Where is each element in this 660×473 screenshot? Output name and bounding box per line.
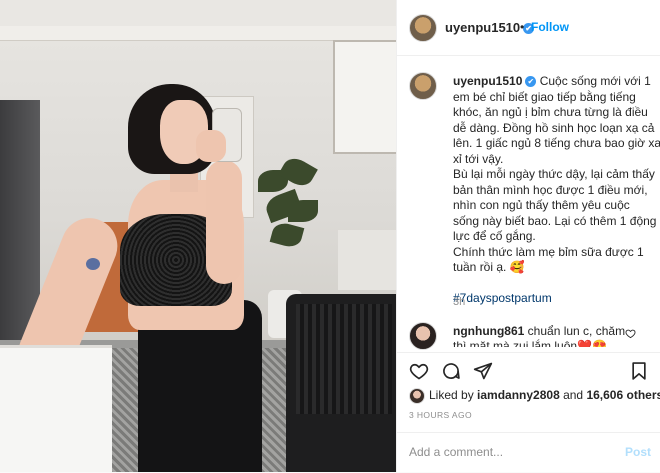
tattoo bbox=[86, 258, 100, 270]
ceiling-trim bbox=[0, 26, 396, 41]
caption-line: xỉ tới vậy. bbox=[453, 151, 504, 166]
caption: uyenpu1510 ✔ Cuộc sống mới với 1 em bé ch… bbox=[453, 74, 660, 306]
counter bbox=[338, 230, 396, 290]
likes-prefix: Liked by bbox=[429, 388, 478, 402]
header-username-text[interactable]: uyenpu1510 bbox=[445, 20, 520, 35]
comment-text: thì mặt mà zui lắm luôn❤️😍 bbox=[453, 339, 607, 347]
likes-summary: Liked by iamdanny2808 and 16,606 others bbox=[429, 388, 660, 402]
caption-line: khóc, ăn ngủ ị bỉm chưa từng là điều bbox=[453, 105, 648, 119]
caption-time: 3h bbox=[453, 296, 466, 308]
chair-back bbox=[296, 304, 392, 414]
post-sidebar: uyenpu1510 ✔ • Follow uyenpu1510 ✔ Cuộc số… bbox=[396, 0, 660, 472]
heart-icon[interactable] bbox=[409, 361, 429, 381]
separator-dot: • bbox=[520, 20, 525, 34]
caption-line: Cuộc sống mới với 1 bbox=[539, 74, 651, 88]
caption-line: Chính thức làm mẹ bỉm sữa được 1 bbox=[453, 244, 644, 259]
caption-line: sống này biết bao. Lại có thêm 1 động bbox=[453, 213, 657, 228]
commenter-username[interactable]: ngnhung861 bbox=[453, 324, 524, 338]
caption-username[interactable]: uyenpu1510 bbox=[453, 74, 522, 88]
person-hand bbox=[196, 130, 226, 162]
avatar[interactable] bbox=[409, 14, 437, 42]
bookmark-icon[interactable] bbox=[629, 361, 649, 381]
post-photo[interactable] bbox=[0, 0, 396, 472]
hashtag-link[interactable]: #7dayspostpartum bbox=[453, 291, 552, 305]
comment: ngnhung861 chuẩn lun c, chăm thì mặt mà … bbox=[453, 324, 625, 347]
caption-line: dễ dàng. Đồng hồ sinh học loạn xạ cả bbox=[453, 120, 655, 135]
plant bbox=[252, 153, 322, 260]
verified-icon: ✔ bbox=[525, 76, 537, 87]
caption-avatar[interactable] bbox=[409, 72, 437, 100]
caption-line: nhìn con ngủ thấy thêm yêu cuộc bbox=[453, 198, 630, 212]
caption-line: tuần rồi ạ. 🥰 bbox=[453, 260, 525, 274]
comment-text: chuẩn lun c, chăm bbox=[524, 324, 626, 338]
likes-middle: and bbox=[559, 388, 587, 402]
follow-button[interactable]: Follow bbox=[531, 20, 569, 34]
wall-cabinet bbox=[333, 40, 396, 154]
caption-line: bản thân mình học được 1 điều mới, bbox=[453, 182, 648, 197]
caption-line: em bé chỉ biết giao tiếp bằng tiếng bbox=[453, 89, 636, 104]
liker-avatar[interactable] bbox=[409, 388, 425, 404]
person-arm-right bbox=[206, 160, 242, 284]
post-timestamp: 3 HOURS AGO bbox=[409, 410, 472, 420]
commenter-avatar[interactable] bbox=[409, 322, 437, 350]
post-page: uyenpu1510 ✔ • Follow uyenpu1510 ✔ Cuộc số… bbox=[0, 0, 660, 472]
fridge bbox=[0, 100, 40, 340]
caption-line: Bù lại mỗi ngày thức dậy, lại cảm thấy bbox=[453, 167, 655, 181]
action-bar bbox=[397, 352, 660, 387]
likes-count[interactable]: 16,606 others bbox=[586, 388, 660, 402]
desk bbox=[0, 345, 112, 472]
ceiling-beam bbox=[0, 0, 396, 28]
caption-line: lên. 1 giấc ngủ 8 tiếng chưa bao giờ xa bbox=[453, 136, 660, 150]
post-button[interactable]: Post bbox=[625, 445, 651, 459]
add-comment-input[interactable]: Add a comment... bbox=[409, 445, 503, 459]
liker-username[interactable]: iamdanny2808 bbox=[477, 388, 560, 402]
post-header: uyenpu1510 ✔ • Follow bbox=[397, 0, 660, 56]
share-icon[interactable] bbox=[473, 361, 493, 381]
comment-icon[interactable] bbox=[441, 361, 461, 381]
add-comment-bar: Add a comment... Post bbox=[397, 432, 660, 473]
caption-line: lực để cố gắng. bbox=[453, 229, 536, 243]
comment-like-icon[interactable] bbox=[625, 328, 636, 342]
